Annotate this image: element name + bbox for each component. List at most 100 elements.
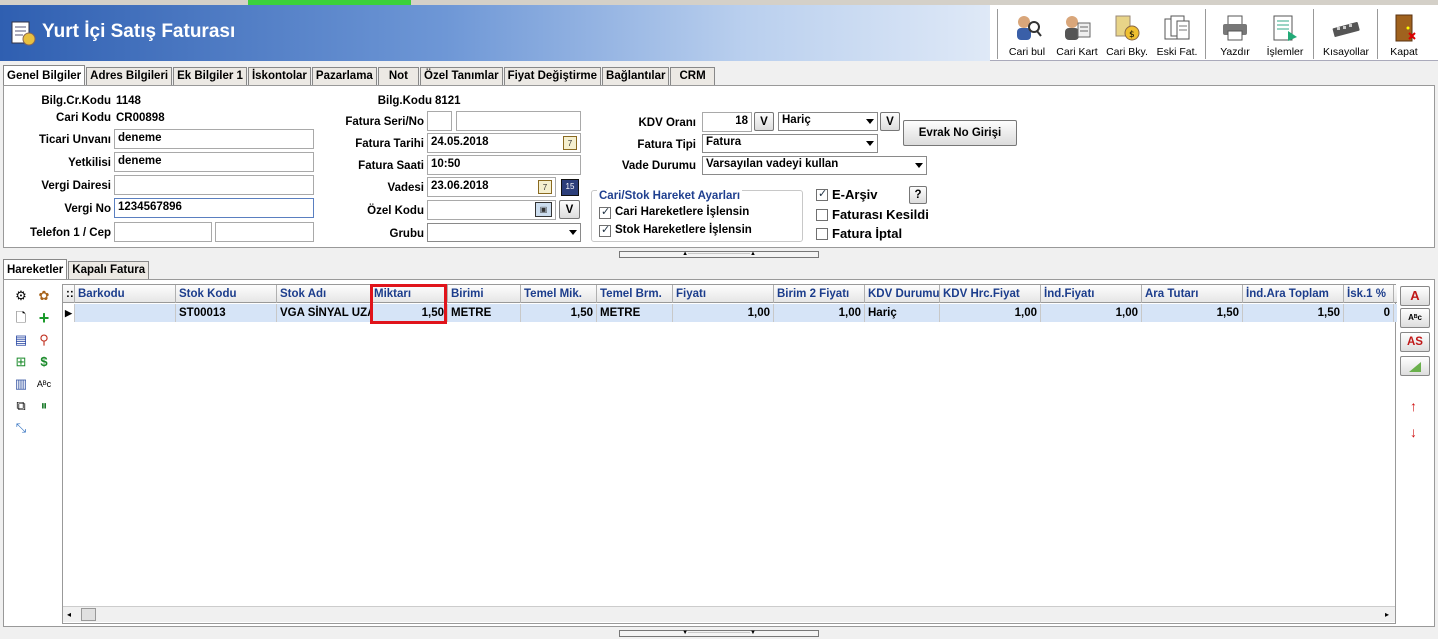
- kisayollar-button[interactable]: Kısayollar: [1318, 7, 1374, 61]
- fatura-iptal-checkbox[interactable]: [816, 228, 828, 240]
- col-birimi[interactable]: Birimi: [448, 285, 521, 303]
- col-stok-adi[interactable]: Stok Adı: [277, 285, 371, 303]
- tab-iskontolar[interactable]: İskontolar: [247, 67, 311, 85]
- faturasi-kesildi-checkbox[interactable]: [816, 209, 828, 221]
- cell-fiyati[interactable]: 1,00: [673, 304, 774, 322]
- calendar-icon[interactable]: 7: [563, 136, 577, 150]
- move-up-arrow-icon[interactable]: ↑: [1410, 398, 1417, 414]
- tab-pazarlama[interactable]: Pazarlama: [311, 67, 377, 85]
- col-stok-kodu[interactable]: Stok Kodu: [176, 285, 277, 303]
- top-splitter[interactable]: ▲·······························▲: [619, 251, 819, 258]
- cell-stok-adi[interactable]: VGA SİNYAL UZA: [277, 304, 371, 322]
- fatura-no-input[interactable]: [456, 111, 581, 131]
- cari-kart-button[interactable]: Cari Kart: [1052, 7, 1102, 61]
- insert-row-icon[interactable]: ⊞: [13, 354, 29, 370]
- cell-kdv-hrc-fiyat[interactable]: 1,00: [940, 304, 1041, 322]
- kdv-durum-v-button[interactable]: V: [880, 112, 900, 131]
- cell-birimi[interactable]: METRE: [448, 304, 521, 322]
- e-arsiv-checkbox[interactable]: [816, 187, 828, 201]
- col-ind-ara-toplam[interactable]: İnd.Ara Toplam: [1243, 285, 1344, 303]
- vadesi-input[interactable]: 23.06.2018: [427, 177, 556, 197]
- price-icon[interactable]: $: [36, 354, 52, 370]
- cari-bky-button[interactable]: $ Cari Bky.: [1102, 7, 1152, 61]
- col-barkodu[interactable]: Barkodu: [75, 285, 176, 303]
- tab-not[interactable]: Not: [377, 67, 419, 85]
- col-isk-1[interactable]: İsk.1 %: [1344, 285, 1394, 303]
- tab-baglantilar[interactable]: Bağlantılar: [602, 67, 670, 85]
- tab-fiyat-degistirme[interactable]: Fiyat Değiştirme: [503, 67, 602, 85]
- cell-birim-2-fiyati[interactable]: 1,00: [774, 304, 865, 322]
- tab-ozel-tanimlar[interactable]: Özel Tanımlar: [420, 67, 503, 85]
- tab-crm[interactable]: CRM: [670, 67, 715, 85]
- evrak-no-girisi-button[interactable]: Evrak No Girişi: [903, 120, 1017, 146]
- cari-bul-button[interactable]: Cari bul: [1002, 7, 1052, 61]
- cell-ara-tutari[interactable]: 1,50: [1142, 304, 1243, 322]
- stok-hareket-checkbox[interactable]: [599, 223, 611, 237]
- tab-kapali-fatura[interactable]: Kapalı Fatura: [68, 261, 150, 279]
- yetkilisi-input[interactable]: deneme: [114, 152, 314, 172]
- resize-button[interactable]: [1400, 356, 1430, 376]
- tab-ek-bilgiler-1[interactable]: Ek Bilgiler 1: [173, 67, 247, 85]
- cell-ind-ara-toplam[interactable]: 1,50: [1243, 304, 1344, 322]
- help-button[interactable]: ?: [909, 186, 927, 204]
- new-document-icon[interactable]: 🗋: [13, 310, 29, 326]
- search-icon[interactable]: ⚲: [36, 332, 52, 348]
- tab-adres-bilgileri[interactable]: Adres Bilgileri: [86, 67, 173, 85]
- spell-check-button[interactable]: Aᴮc: [1400, 308, 1430, 328]
- vade-durumu-select[interactable]: Varsayılan vadeyi kullan: [702, 156, 927, 175]
- settings-gear-icon[interactable]: ⚙: [13, 288, 29, 304]
- vergi-no-input[interactable]: 1234567896: [114, 198, 314, 218]
- col-kdv-durumu[interactable]: KDV Durumu: [865, 285, 940, 303]
- yazdir-button[interactable]: Yazdır: [1210, 7, 1260, 61]
- calendar-15-icon[interactable]: 15: [561, 179, 579, 196]
- warehouse-icon[interactable]: ▥: [13, 376, 29, 392]
- table-row[interactable]: ▶ ST00013 VGA SİNYAL UZA 1,50 METRE 1,50…: [63, 304, 1397, 322]
- calendar-icon[interactable]: 7: [538, 180, 552, 194]
- copy-icon[interactable]: ⧉: [13, 398, 29, 414]
- kapat-button[interactable]: Kapat: [1382, 7, 1426, 61]
- ticari-unvani-input[interactable]: deneme: [114, 129, 314, 149]
- add-row-icon[interactable]: +: [36, 309, 52, 327]
- telefon1-input[interactable]: [114, 222, 212, 242]
- col-fiyati[interactable]: Fiyatı: [673, 285, 774, 303]
- horizontal-scrollbar[interactable]: ◂ ▸: [63, 606, 1395, 622]
- cell-temel-brm[interactable]: METRE: [597, 304, 673, 322]
- scroll-right-icon[interactable]: ▸: [1385, 610, 1389, 619]
- group-icon[interactable]: ✿: [36, 288, 52, 304]
- spell-icon[interactable]: Aᴮc: [36, 376, 52, 392]
- fatura-tipi-select[interactable]: Fatura: [702, 134, 878, 153]
- col-temel-brm[interactable]: Temel Brm.: [597, 285, 673, 303]
- cell-temel-mik[interactable]: 1,50: [521, 304, 597, 322]
- uppercase-a-button[interactable]: A: [1400, 286, 1430, 306]
- col-birim-2-fiyati[interactable]: Birim 2 Fiyatı: [774, 285, 865, 303]
- scrollbar-thumb[interactable]: [81, 608, 96, 621]
- kdv-v-button[interactable]: V: [754, 112, 774, 131]
- cari-hareket-checkbox[interactable]: [599, 205, 611, 219]
- islemler-button[interactable]: İşlemler: [1260, 7, 1310, 61]
- move-down-arrow-icon[interactable]: ↓: [1410, 424, 1417, 440]
- tab-genel-bilgiler[interactable]: Genel Bilgiler: [3, 65, 86, 85]
- eski-fat-button[interactable]: Eski Fat.: [1152, 7, 1202, 61]
- document-list-icon[interactable]: ▤: [13, 332, 29, 348]
- cep-input[interactable]: [215, 222, 314, 242]
- cell-stok-kodu[interactable]: ST00013: [176, 304, 277, 322]
- col-kdv-hrc-fiyat[interactable]: KDV Hrc.Fiyat: [940, 285, 1041, 303]
- fatura-saati-input[interactable]: 10:50: [427, 155, 581, 175]
- tab-hareketler[interactable]: Hareketler: [3, 259, 68, 279]
- kdv-durum-select[interactable]: Hariç: [778, 112, 878, 131]
- cell-barkodu[interactable]: [75, 304, 176, 322]
- ozel-kodu-v-button[interactable]: V: [559, 200, 580, 219]
- scroll-left-icon[interactable]: ◂: [67, 610, 71, 619]
- col-ara-tutari[interactable]: Ara Tutarı: [1142, 285, 1243, 303]
- fatura-tarihi-input[interactable]: 24.05.2018: [427, 133, 581, 153]
- fatura-seri-input[interactable]: [427, 111, 452, 131]
- cell-ind-fiyati[interactable]: 1,00: [1041, 304, 1142, 322]
- cell-kdv-durumu[interactable]: Hariç: [865, 304, 940, 322]
- as-button[interactable]: AS: [1400, 332, 1430, 352]
- col-ind-fiyati[interactable]: İnd.Fiyatı: [1041, 285, 1142, 303]
- vergi-dairesi-input[interactable]: [114, 175, 314, 195]
- connect-icon[interactable]: ⤡: [13, 420, 29, 436]
- bottom-splitter[interactable]: ▼·······························▼: [619, 630, 819, 637]
- lookup-icon[interactable]: ▣: [535, 202, 552, 217]
- grubu-select[interactable]: [427, 223, 581, 242]
